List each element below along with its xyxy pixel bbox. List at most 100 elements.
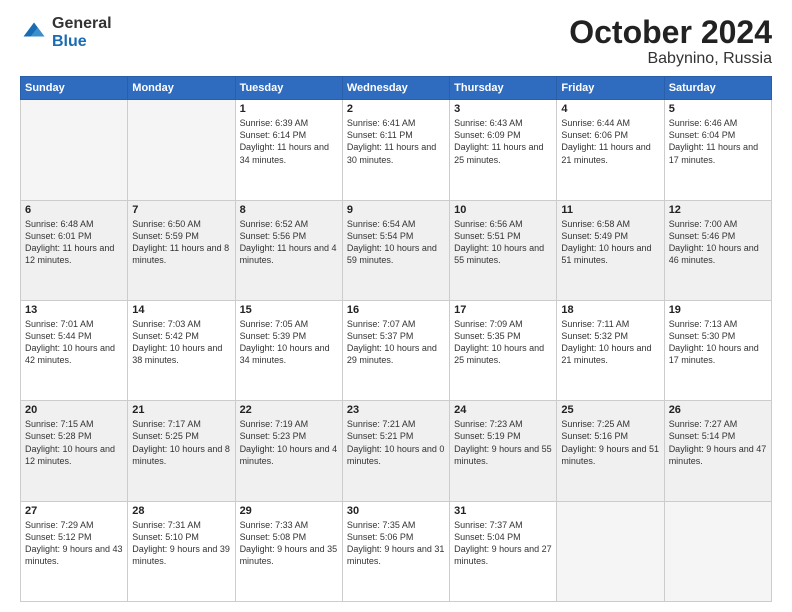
table-row: 8Sunrise: 6:52 AM Sunset: 5:56 PM Daylig… [235, 200, 342, 300]
logo-general-label: General [52, 15, 112, 33]
day-info: Sunrise: 7:09 AM Sunset: 5:35 PM Dayligh… [454, 318, 552, 367]
table-row [664, 501, 771, 601]
col-saturday: Saturday [664, 77, 771, 100]
day-info: Sunrise: 6:41 AM Sunset: 6:11 PM Dayligh… [347, 117, 445, 166]
day-number: 30 [347, 505, 445, 517]
day-info: Sunrise: 7:00 AM Sunset: 5:46 PM Dayligh… [669, 218, 767, 267]
table-row: 1 Sunrise: 6:39 AM Sunset: 6:14 PM Daylig… [235, 100, 342, 200]
day-number: 27 [25, 505, 123, 517]
day-info: Sunrise: 7:15 AM Sunset: 5:28 PM Dayligh… [25, 418, 123, 467]
day-number: 25 [561, 404, 659, 416]
day-info: Sunrise: 6:44 AM Sunset: 6:06 PM Dayligh… [561, 117, 659, 166]
logo: General Blue [20, 15, 112, 50]
table-row: 30Sunrise: 7:35 AM Sunset: 5:06 PM Dayli… [342, 501, 449, 601]
table-row [557, 501, 664, 601]
table-row: 17 Sunrise: 7:09 AM Sunset: 5:35 PM Dayli… [450, 300, 557, 400]
table-row: 21Sunrise: 7:17 AM Sunset: 5:25 PM Dayli… [128, 401, 235, 501]
calendar-table: Sunday Monday Tuesday Wednesday Thursday… [20, 76, 772, 602]
day-info: Sunrise: 7:03 AM Sunset: 5:42 PM Dayligh… [132, 318, 230, 367]
day-number: 18 [561, 304, 659, 316]
calendar-week-row: 20 Sunrise: 7:15 AM Sunset: 5:28 PM Dayli… [21, 401, 772, 501]
table-row: 19 Sunrise: 7:13 AM Sunset: 5:30 PM Dayli… [664, 300, 771, 400]
day-number: 15 [240, 304, 338, 316]
table-row: 29 Sunrise: 7:33 AM Sunset: 5:08 PM Dayli… [235, 501, 342, 601]
table-row: 16Sunrise: 7:07 AM Sunset: 5:37 PM Dayli… [342, 300, 449, 400]
table-row: 28Sunrise: 7:31 AM Sunset: 5:10 PM Dayli… [128, 501, 235, 601]
calendar-week-row: 27 Sunrise: 7:29 AM Sunset: 5:12 PM Dayli… [21, 501, 772, 601]
table-row: 23Sunrise: 7:21 AM Sunset: 5:21 PM Dayli… [342, 401, 449, 501]
day-number: 10 [454, 204, 552, 216]
table-row: 5 Sunrise: 6:46 AM Sunset: 6:04 PM Daylig… [664, 100, 771, 200]
col-thursday: Thursday [450, 77, 557, 100]
day-number: 19 [669, 304, 767, 316]
day-number: 26 [669, 404, 767, 416]
col-tuesday: Tuesday [235, 77, 342, 100]
month-title: October 2024 [569, 15, 772, 50]
day-info: Sunrise: 6:58 AM Sunset: 5:49 PM Dayligh… [561, 218, 659, 267]
day-info: Sunrise: 6:48 AM Sunset: 6:01 PM Dayligh… [25, 218, 123, 267]
table-row: 13Sunrise: 7:01 AM Sunset: 5:44 PM Dayli… [21, 300, 128, 400]
day-info: Sunrise: 6:46 AM Sunset: 6:04 PM Dayligh… [669, 117, 767, 166]
calendar-header-row: Sunday Monday Tuesday Wednesday Thursday… [21, 77, 772, 100]
table-row: 24 Sunrise: 7:23 AM Sunset: 5:19 PM Dayli… [450, 401, 557, 501]
day-number: 13 [25, 304, 123, 316]
table-row: 7 Sunrise: 6:50 AM Sunset: 5:59 PM Daylig… [128, 200, 235, 300]
page: General Blue October 2024 Babynino, Russ… [0, 0, 792, 612]
day-info: Sunrise: 6:50 AM Sunset: 5:59 PM Dayligh… [132, 218, 230, 267]
day-number: 31 [454, 505, 552, 517]
day-number: 21 [132, 404, 230, 416]
col-friday: Friday [557, 77, 664, 100]
day-info: Sunrise: 6:54 AM Sunset: 5:54 PM Dayligh… [347, 218, 445, 267]
col-monday: Monday [128, 77, 235, 100]
day-number: 3 [454, 103, 552, 115]
day-number: 2 [347, 103, 445, 115]
day-number: 1 [240, 103, 338, 115]
day-number: 22 [240, 404, 338, 416]
table-row: 26 Sunrise: 7:27 AM Sunset: 5:14 PM Dayli… [664, 401, 771, 501]
table-row: 11 Sunrise: 6:58 AM Sunset: 5:49 PM Dayli… [557, 200, 664, 300]
table-row: 10 Sunrise: 6:56 AM Sunset: 5:51 PM Dayli… [450, 200, 557, 300]
table-row: 9 Sunrise: 6:54 AM Sunset: 5:54 PM Daylig… [342, 200, 449, 300]
table-row: 14Sunrise: 7:03 AM Sunset: 5:42 PM Dayli… [128, 300, 235, 400]
table-row: 31Sunrise: 7:37 AM Sunset: 5:04 PM Dayli… [450, 501, 557, 601]
day-number: 28 [132, 505, 230, 517]
day-number: 6 [25, 204, 123, 216]
day-info: Sunrise: 7:13 AM Sunset: 5:30 PM Dayligh… [669, 318, 767, 367]
day-info: Sunrise: 7:11 AM Sunset: 5:32 PM Dayligh… [561, 318, 659, 367]
col-sunday: Sunday [21, 77, 128, 100]
day-number: 20 [25, 404, 123, 416]
day-info: Sunrise: 7:33 AM Sunset: 5:08 PM Dayligh… [240, 519, 338, 568]
logo-text: General Blue [52, 15, 112, 50]
table-row: 2 Sunrise: 6:41 AM Sunset: 6:11 PM Daylig… [342, 100, 449, 200]
day-info: Sunrise: 7:29 AM Sunset: 5:12 PM Dayligh… [25, 519, 123, 568]
day-number: 24 [454, 404, 552, 416]
day-info: Sunrise: 6:43 AM Sunset: 6:09 PM Dayligh… [454, 117, 552, 166]
table-row: 20 Sunrise: 7:15 AM Sunset: 5:28 PM Dayli… [21, 401, 128, 501]
calendar-week-row: 6 Sunrise: 6:48 AM Sunset: 6:01 PM Daylig… [21, 200, 772, 300]
table-row: 12Sunrise: 7:00 AM Sunset: 5:46 PM Dayli… [664, 200, 771, 300]
logo-icon [20, 19, 48, 47]
day-info: Sunrise: 7:27 AM Sunset: 5:14 PM Dayligh… [669, 418, 767, 467]
calendar-week-row: 13Sunrise: 7:01 AM Sunset: 5:44 PM Dayli… [21, 300, 772, 400]
day-number: 5 [669, 103, 767, 115]
location-subtitle: Babynino, Russia [569, 50, 772, 68]
day-number: 9 [347, 204, 445, 216]
day-number: 17 [454, 304, 552, 316]
table-row: 4 Sunrise: 6:44 AM Sunset: 6:06 PM Daylig… [557, 100, 664, 200]
day-info: Sunrise: 7:23 AM Sunset: 5:19 PM Dayligh… [454, 418, 552, 467]
day-number: 23 [347, 404, 445, 416]
day-info: Sunrise: 7:19 AM Sunset: 5:23 PM Dayligh… [240, 418, 338, 467]
table-row: 18 Sunrise: 7:11 AM Sunset: 5:32 PM Dayli… [557, 300, 664, 400]
day-info: Sunrise: 6:56 AM Sunset: 5:51 PM Dayligh… [454, 218, 552, 267]
day-info: Sunrise: 7:25 AM Sunset: 5:16 PM Dayligh… [561, 418, 659, 467]
day-info: Sunrise: 6:39 AM Sunset: 6:14 PM Dayligh… [240, 117, 338, 166]
table-row: 27 Sunrise: 7:29 AM Sunset: 5:12 PM Dayli… [21, 501, 128, 601]
header: General Blue October 2024 Babynino, Russ… [20, 15, 772, 68]
logo-blue-label: Blue [52, 33, 112, 51]
day-number: 7 [132, 204, 230, 216]
day-number: 4 [561, 103, 659, 115]
day-number: 29 [240, 505, 338, 517]
day-number: 11 [561, 204, 659, 216]
table-row: 15Sunrise: 7:05 AM Sunset: 5:39 PM Dayli… [235, 300, 342, 400]
col-wednesday: Wednesday [342, 77, 449, 100]
